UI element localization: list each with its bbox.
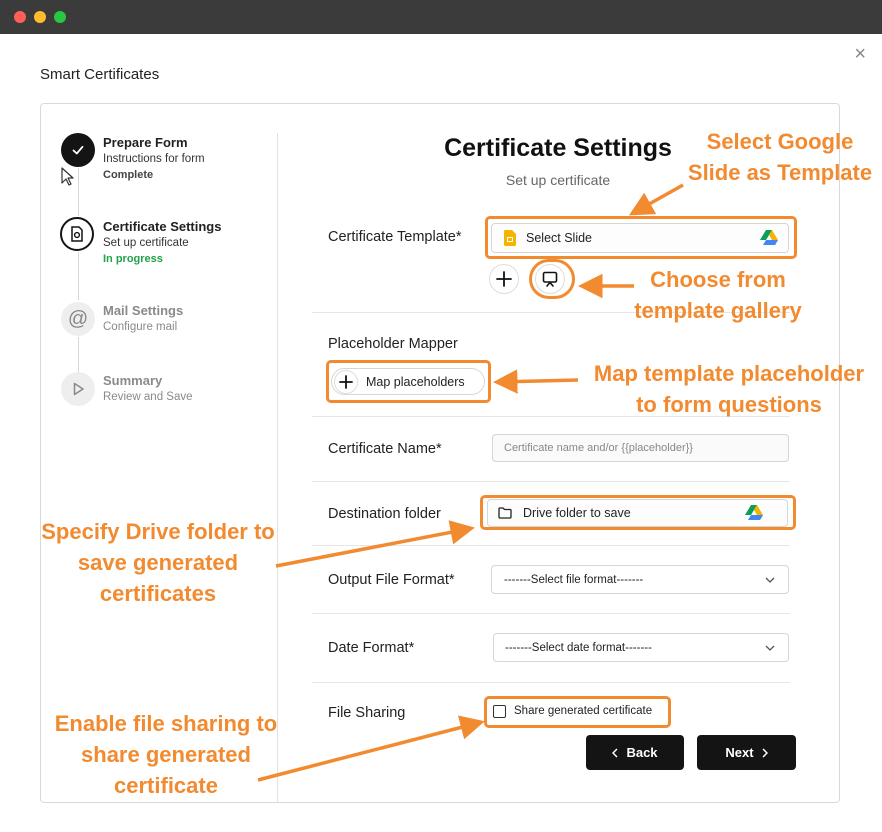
certificate-name-input[interactable]: Certificate name and/or {{placeholder}} bbox=[492, 434, 789, 462]
back-button[interactable]: Back bbox=[586, 735, 684, 770]
minimize-window-dot[interactable] bbox=[34, 11, 46, 23]
output-format-label: Output File Format* bbox=[328, 572, 455, 588]
next-button[interactable]: Next bbox=[697, 735, 796, 770]
window-titlebar bbox=[0, 0, 882, 34]
step-title-prepare-form[interactable]: Prepare Form bbox=[103, 135, 188, 150]
annotation-highlight-gallery bbox=[529, 259, 575, 299]
page-subtitle: Set up certificate bbox=[505, 172, 611, 188]
chevron-down-icon bbox=[765, 577, 775, 583]
output-format-select[interactable]: -------Select file format------- bbox=[491, 565, 789, 594]
page-title: Certificate Settings bbox=[444, 134, 672, 162]
step-subtitle: Review and Save bbox=[103, 391, 193, 403]
check-icon bbox=[61, 133, 95, 167]
certificate-name-label: Certificate Name* bbox=[328, 441, 442, 457]
app-title: Smart Certificates bbox=[40, 66, 160, 83]
annotation-select-slide: Select Google Slide as Template bbox=[687, 129, 873, 185]
divider bbox=[312, 545, 790, 546]
plus-icon bbox=[496, 271, 512, 287]
date-format-select[interactable]: -------Select date format------- bbox=[493, 633, 789, 662]
step-title-certificate-settings[interactable]: Certificate Settings bbox=[103, 219, 221, 234]
annotation-highlight-mapper bbox=[326, 360, 491, 403]
annotation-gallery: Choose from template gallery bbox=[634, 267, 802, 323]
close-icon[interactable]: × bbox=[854, 44, 866, 64]
step-subtitle: Instructions for form bbox=[103, 153, 205, 165]
divider bbox=[312, 613, 790, 614]
play-icon bbox=[61, 372, 95, 406]
chevron-right-icon bbox=[762, 747, 768, 758]
close-window-dot[interactable] bbox=[14, 11, 26, 23]
sidebar-divider bbox=[277, 133, 278, 803]
at-sign-icon: @ bbox=[61, 302, 95, 336]
divider bbox=[312, 481, 790, 482]
step-connector bbox=[78, 252, 79, 300]
annotation-highlight-folder bbox=[480, 495, 796, 530]
destination-folder-label: Destination folder bbox=[328, 506, 441, 522]
file-sharing-label: File Sharing bbox=[328, 705, 406, 721]
step-connector bbox=[78, 168, 79, 216]
mouse-cursor-icon bbox=[61, 167, 74, 186]
annotation-sharing: Enable file sharing to share generated cer… bbox=[54, 711, 278, 798]
step-title-summary[interactable]: Summary bbox=[103, 373, 162, 388]
step-connector bbox=[78, 337, 79, 375]
annotation-highlight-template bbox=[485, 216, 797, 259]
step-title-mail-settings[interactable]: Mail Settings bbox=[103, 303, 183, 318]
add-template-button[interactable] bbox=[489, 264, 519, 294]
certificate-settings-icon bbox=[60, 217, 94, 251]
placeholder-mapper-label: Placeholder Mapper bbox=[328, 336, 458, 352]
date-format-value: -------Select date format------- bbox=[505, 641, 652, 654]
annotation-highlight-sharing bbox=[484, 696, 671, 728]
annotation-map: Map template placeholder to form question… bbox=[593, 361, 865, 417]
maximize-window-dot[interactable] bbox=[54, 11, 66, 23]
chevron-down-icon bbox=[765, 645, 775, 651]
output-format-value: -------Select file format------- bbox=[504, 573, 644, 586]
certificate-template-label: Certificate Template* bbox=[328, 229, 462, 245]
step-status-in-progress: In progress bbox=[103, 253, 163, 265]
next-button-label: Next bbox=[725, 745, 754, 760]
back-button-label: Back bbox=[626, 745, 658, 760]
step-status-complete: Complete bbox=[103, 169, 154, 181]
step-subtitle: Configure mail bbox=[103, 321, 178, 333]
divider bbox=[312, 682, 790, 683]
date-format-label: Date Format* bbox=[328, 640, 415, 656]
step-subtitle: Set up certificate bbox=[103, 237, 189, 249]
chevron-left-icon bbox=[612, 747, 618, 758]
certificate-name-placeholder: Certificate name and/or {{placeholder}} bbox=[504, 442, 693, 454]
annotation-drive: Specify Drive folder to save generated cer… bbox=[41, 519, 275, 606]
